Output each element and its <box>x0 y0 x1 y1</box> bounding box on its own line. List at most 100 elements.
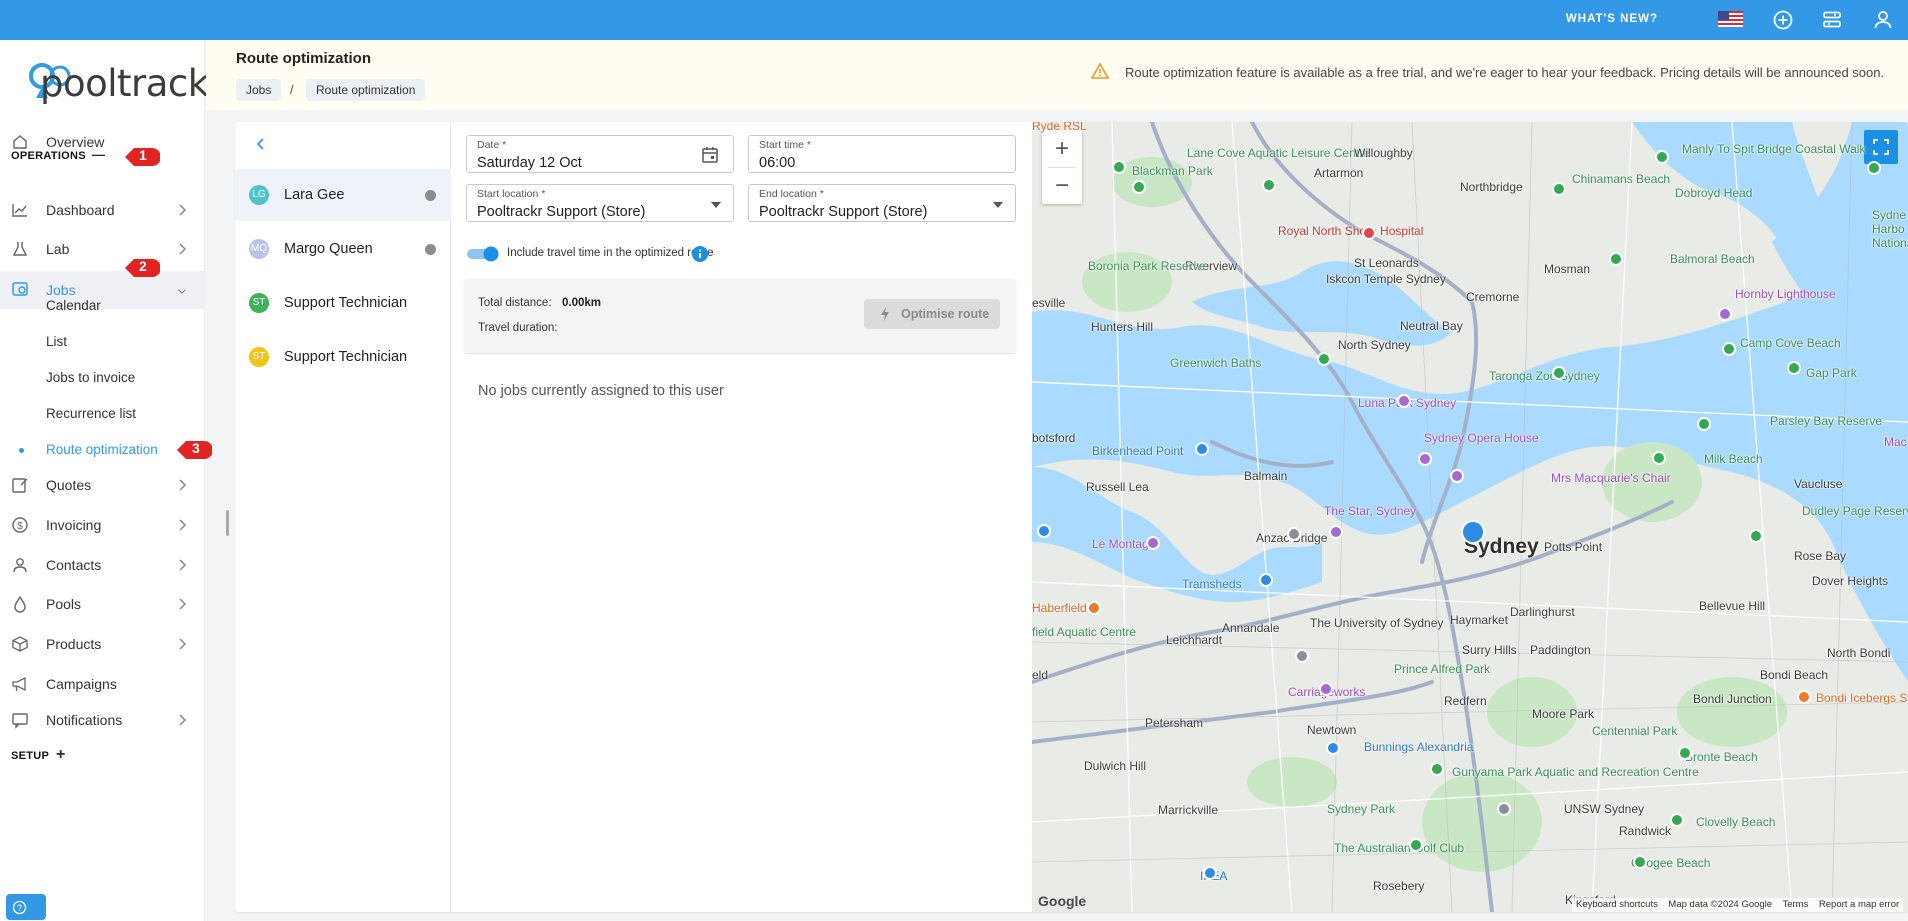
zoom-out-button[interactable]: − <box>1042 167 1082 204</box>
map-pin[interactable] <box>1797 690 1811 704</box>
terms-link[interactable]: Terms <box>1782 899 1808 910</box>
calendar-icon[interactable] <box>701 146 719 164</box>
sub-list[interactable]: List <box>46 334 67 349</box>
map-pin[interactable] <box>1362 226 1376 240</box>
back-chevron-icon[interactable] <box>255 136 267 152</box>
map-pin[interactable] <box>1609 252 1623 266</box>
map-pin[interactable] <box>1450 469 1464 483</box>
nav-campaigns[interactable]: Campaigns <box>0 666 205 702</box>
map-pin[interactable] <box>1146 536 1160 550</box>
report-map-error-link[interactable]: Report a map error <box>1819 899 1899 910</box>
date-field[interactable]: Date * Saturday 12 Oct <box>466 135 734 173</box>
map-pin[interactable] <box>1132 180 1146 194</box>
map-pin[interactable] <box>1295 649 1309 663</box>
user-item[interactable]: LG Lara Gee <box>235 169 451 221</box>
map-pin[interactable] <box>1037 524 1051 538</box>
map-label: Moore Park <box>1532 707 1595 721</box>
map-pin[interactable] <box>1749 529 1763 543</box>
sub-jobs-to-invoice[interactable]: Jobs to invoice <box>46 370 135 385</box>
nav-pools[interactable]: Pools <box>0 586 205 622</box>
sub-route-optimization[interactable]: Route optimization <box>46 442 158 457</box>
optimise-route-button[interactable]: Optimise route <box>864 299 1000 329</box>
map-label: Ryde RSL <box>1032 122 1087 133</box>
breadcrumb-jobs[interactable]: Jobs <box>236 79 282 101</box>
map-pin[interactable] <box>1633 855 1647 869</box>
travel-time-toggle[interactable] <box>466 246 500 262</box>
map-pin[interactable] <box>1552 182 1566 196</box>
operations-collapse-toggle[interactable]: — <box>92 147 105 162</box>
nav-invoicing[interactable]: $ Invoicing <box>0 507 205 543</box>
map-pin[interactable] <box>1718 307 1732 321</box>
map-pin[interactable] <box>1329 525 1343 539</box>
user-item[interactable]: ST Support Technician <box>235 331 451 383</box>
map-label: Petersham <box>1145 716 1204 730</box>
dropdown-caret-icon <box>711 202 721 208</box>
end-location-select[interactable]: End location * Pooltrackr Support (Store… <box>748 184 1016 222</box>
map[interactable]: + − Ryde RSL Lane Cove Aquatic Leisure C… <box>1032 122 1908 912</box>
map-label: Clovelly Beach <box>1696 815 1776 829</box>
fullscreen-button[interactable] <box>1864 130 1898 164</box>
map-pin[interactable] <box>1697 417 1711 431</box>
map-pin[interactable] <box>1867 161 1881 175</box>
map-pin[interactable] <box>1287 527 1301 541</box>
map-pin[interactable] <box>1430 762 1444 776</box>
settings-icon[interactable] <box>1820 8 1844 32</box>
nav-lab[interactable]: Lab <box>0 231 205 267</box>
map-pin[interactable] <box>1259 573 1273 587</box>
us-flag-icon[interactable] <box>1718 11 1743 27</box>
start-location-select[interactable]: Start location * Pooltrackr Support (Sto… <box>466 184 734 222</box>
map-pin[interactable] <box>1497 802 1511 816</box>
page-header: Route optimization Jobs / Route optimiza… <box>206 40 1908 110</box>
nav-jobs-label: Jobs <box>46 282 76 298</box>
help-button[interactable]: ? <box>6 894 46 920</box>
user-item[interactable]: ST Support Technician <box>235 277 451 329</box>
zoom-in-button[interactable]: + <box>1042 130 1082 167</box>
nav-jobs[interactable]: Jobs <box>0 271 205 309</box>
map-pin[interactable] <box>1670 813 1684 827</box>
logo[interactable]: pooltrackr <box>28 52 224 105</box>
map-pin[interactable] <box>1087 601 1101 615</box>
nav-dashboard[interactable]: Dashboard <box>0 192 205 228</box>
map-label: Boronia Park Reserve <box>1088 259 1206 273</box>
map-pin[interactable] <box>1195 442 1209 456</box>
map-pin[interactable] <box>1319 682 1333 696</box>
status-dot <box>425 190 436 201</box>
map-label: Bellevue Hill <box>1699 599 1766 613</box>
map-pin[interactable] <box>1203 866 1217 880</box>
nav-products[interactable]: Products <box>0 626 205 662</box>
whats-new-link[interactable]: WHAT'S NEW? <box>1566 13 1658 25</box>
map-label: Bondi Icebergs Swimming Club <box>1816 691 1908 705</box>
map-pin[interactable] <box>1326 741 1340 755</box>
google-logo: Google <box>1038 893 1087 909</box>
map-pin[interactable] <box>1409 838 1423 852</box>
map-label: Iskcon Temple Sydney <box>1326 272 1446 286</box>
nav-contacts[interactable]: Contacts <box>0 547 205 583</box>
annotation-badge-3-number: 3 <box>192 440 200 456</box>
sidebar-resize-handle[interactable] <box>226 510 229 536</box>
map-pin[interactable] <box>1317 352 1331 366</box>
map-pin[interactable] <box>1652 451 1666 465</box>
map-pin[interactable] <box>1552 366 1566 380</box>
start-time-field[interactable]: Start time * 06:00 <box>748 135 1016 173</box>
map-pin[interactable] <box>1397 394 1411 408</box>
map-pin[interactable] <box>1787 361 1801 375</box>
map-pin[interactable] <box>1418 452 1432 466</box>
sub-recurrence-list[interactable]: Recurrence list <box>46 406 136 421</box>
info-icon[interactable] <box>691 245 709 263</box>
map-pin[interactable] <box>1262 178 1276 192</box>
map-pin[interactable] <box>1678 746 1692 760</box>
add-circle-icon[interactable] <box>1771 8 1795 32</box>
keyboard-shortcuts-link[interactable]: Keyboard shortcuts <box>1576 899 1658 910</box>
trial-notice: Route optimization feature is available … <box>1125 65 1885 80</box>
sub-calendar[interactable]: Calendar <box>46 298 101 313</box>
nav-quotes[interactable]: Quotes <box>0 467 205 503</box>
setup-expand-toggle[interactable]: + <box>56 746 65 764</box>
user-item[interactable]: MQ Margo Queen <box>235 223 451 275</box>
nav-notifications[interactable]: Notifications <box>0 702 205 738</box>
map-home-pin[interactable] <box>1461 520 1485 544</box>
map-label: Potts Point <box>1544 540 1603 554</box>
user-icon[interactable] <box>1871 8 1895 32</box>
map-pin[interactable] <box>1722 342 1736 356</box>
map-pin[interactable] <box>1655 150 1669 164</box>
map-pin[interactable] <box>1112 160 1126 174</box>
